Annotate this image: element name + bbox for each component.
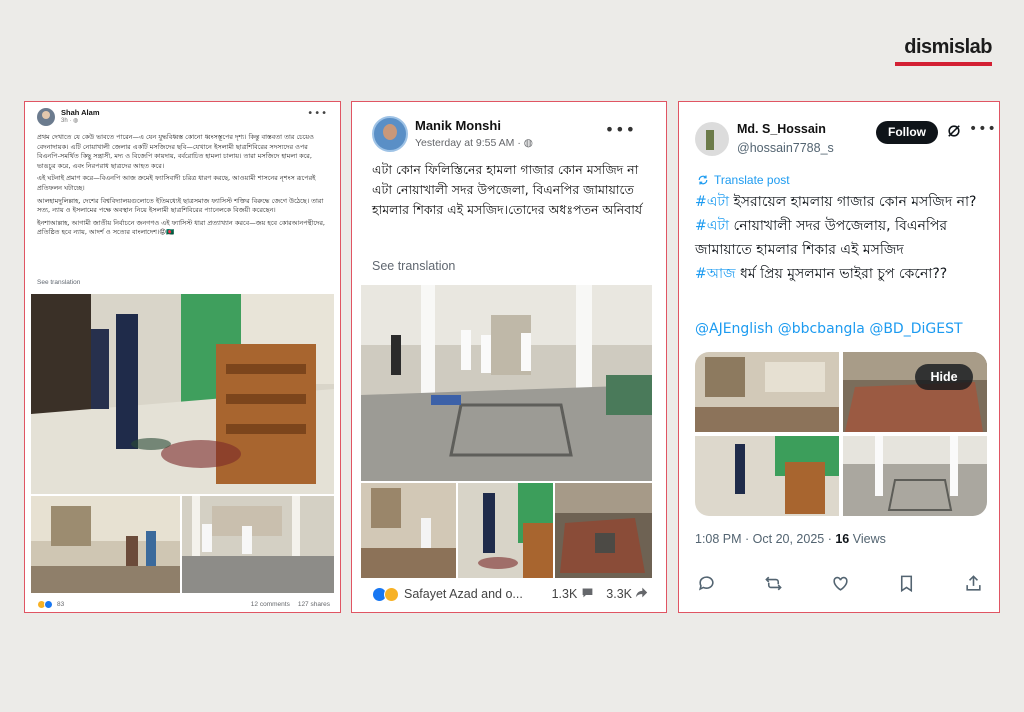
- more-options-icon[interactable]: •••: [307, 108, 328, 119]
- post-timestamp: 1:08 PM · Oct 20, 2025 · 16 Views: [695, 532, 886, 546]
- repost-icon[interactable]: [764, 574, 783, 593]
- more-options-icon[interactable]: •••: [969, 121, 997, 137]
- post-header: Shah Alam 3h · ◍: [37, 108, 99, 126]
- post-time: 3h · ◍: [61, 117, 99, 124]
- post-time: Yesterday at 9:55 AM · ◍: [415, 137, 533, 149]
- reactors-text[interactable]: Safayet Azad and o...: [404, 587, 523, 601]
- photo-thumbnail[interactable]: [458, 483, 553, 578]
- hashtag-link[interactable]: #এটা: [695, 218, 729, 234]
- post-text-segment: ইসরায়েল হামলায় গাজার কোন মসজিদ না?: [729, 194, 977, 210]
- like-icon[interactable]: [831, 574, 850, 593]
- post-text: প্রথম দেখাতে যে কেউ ভাবতে পারেন—এ যেন যু…: [37, 133, 330, 241]
- sad-reaction-icon: [384, 586, 399, 602]
- bookmark-icon[interactable]: [897, 574, 916, 593]
- post-time-text: Yesterday at 9:55 AM ·: [415, 137, 524, 149]
- see-translation-link[interactable]: See translation: [372, 259, 455, 273]
- logo-underline: [895, 62, 992, 66]
- comments-count[interactable]: 12 comments: [251, 601, 290, 608]
- avatar[interactable]: [695, 122, 729, 156]
- author-name[interactable]: Manik Monshi: [415, 118, 501, 133]
- action-bar: [697, 574, 983, 593]
- mosque-interior-photo[interactable]: [361, 285, 652, 481]
- photo-thumbnail[interactable]: [555, 483, 652, 578]
- mentions-links[interactable]: @AJEnglish @bbcbangla @BD_DiGEST: [695, 321, 963, 337]
- author-handle[interactable]: @hossain7788_s: [737, 141, 834, 155]
- post-text-segment: ধর্ম প্রিয় মুসলমান ভাইরা চুপ কেনো??: [735, 266, 948, 282]
- globe-icon: ◍: [523, 137, 533, 149]
- post-text: #এটা ইসরায়েল হামলায় গাজার কোন মসজিদ না…: [695, 190, 987, 286]
- shares-count[interactable]: 127 shares: [298, 601, 330, 608]
- avatar[interactable]: [372, 116, 408, 152]
- post-text-segment: নোয়াখালী সদর উপজেলায়, বিএনপির জামায়াত…: [695, 218, 948, 258]
- comment-icon[interactable]: [581, 586, 594, 602]
- globe-icon: ◍: [73, 118, 79, 124]
- hashtag-link[interactable]: #আজ: [695, 266, 736, 282]
- author-name[interactable]: Shah Alam: [61, 108, 99, 117]
- mosque-interior-photo[interactable]: [31, 294, 334, 494]
- photo-thumbnail: [695, 352, 839, 432]
- views-count: 16: [835, 532, 850, 546]
- x-post-md-s-hossain: Md. S_Hossain @hossain7788_s Follow ••• …: [678, 101, 1000, 613]
- logo-text: dismislab: [904, 36, 992, 58]
- follow-button[interactable]: Follow: [876, 121, 938, 144]
- post-line: এটা নোয়াখালী সদর উপজেলা, বিএনপির জামায়…: [372, 182, 643, 217]
- more-options-icon[interactable]: •••: [605, 120, 636, 139]
- facebook-post-manik-monshi: Manik Monshi Yesterday at 9:55 AM · ◍ ••…: [351, 101, 667, 613]
- grok-icon[interactable]: [947, 124, 961, 138]
- avatar[interactable]: [37, 108, 55, 126]
- post-footer: Safayet Azad and o... 1.3K 3.3K: [372, 586, 648, 602]
- photo-thumbnail[interactable]: [31, 496, 180, 593]
- photo-thumbnail[interactable]: [361, 483, 456, 578]
- post-paragraph: প্রথম দেখাতে যে কেউ ভাবতে পারেন—এ যেন যু…: [37, 133, 314, 170]
- photo-thumbnail: [695, 436, 839, 516]
- hide-media-button[interactable]: Hide: [915, 364, 973, 390]
- shares-count[interactable]: 3.3K: [606, 587, 632, 601]
- views-label: Views: [849, 532, 886, 546]
- translate-icon: [698, 175, 708, 185]
- share-icon[interactable]: [964, 574, 983, 593]
- reply-icon[interactable]: [697, 574, 716, 593]
- like-reaction-icon: [44, 600, 53, 609]
- share-icon[interactable]: [635, 586, 648, 602]
- post-line: এটা কোন ফিলিস্তিনের হামলা গাজার কোন মসজি…: [372, 162, 639, 177]
- photo-thumbnail: [843, 436, 987, 516]
- translate-post-label: Translate post: [714, 173, 790, 187]
- photo-thumbnail: [843, 352, 987, 432]
- post-time-text: 3h ·: [61, 118, 74, 124]
- see-translation-link[interactable]: See translation: [37, 279, 80, 286]
- post-footer: 83 12 comments 127 shares: [37, 600, 330, 609]
- photo-thumbnail[interactable]: [182, 496, 334, 593]
- translate-post-link[interactable]: Translate post: [697, 173, 790, 187]
- post-paragraph: আলহামদুলিল্লাহ, দেশের বিশ্ববিদ্যালয়গুলো…: [37, 196, 324, 215]
- post-paragraph: এই ঘটনাই প্রমাণ করে—বিএনপি আজ ক্রমেই ফ্য…: [37, 174, 316, 192]
- post-text: এটা কোন ফিলিস্তিনের হামলা গাজার কোন মসজি…: [372, 160, 650, 220]
- timestamp-text[interactable]: 1:08 PM · Oct 20, 2025 ·: [695, 532, 835, 546]
- author-name[interactable]: Md. S_Hossain: [737, 122, 826, 136]
- post-paragraph: ইনশাআল্লাহ, আগামী জাতীয় নির্বাচনে জনগণও…: [37, 218, 325, 237]
- comments-count[interactable]: 1.3K: [552, 587, 578, 601]
- facebook-post-shah-alam: Shah Alam 3h · ◍ ••• প্রথম দেখাতে যে কেউ…: [24, 101, 341, 613]
- reaction-count[interactable]: 83: [57, 601, 64, 608]
- hashtag-link[interactable]: #এটা: [695, 194, 729, 210]
